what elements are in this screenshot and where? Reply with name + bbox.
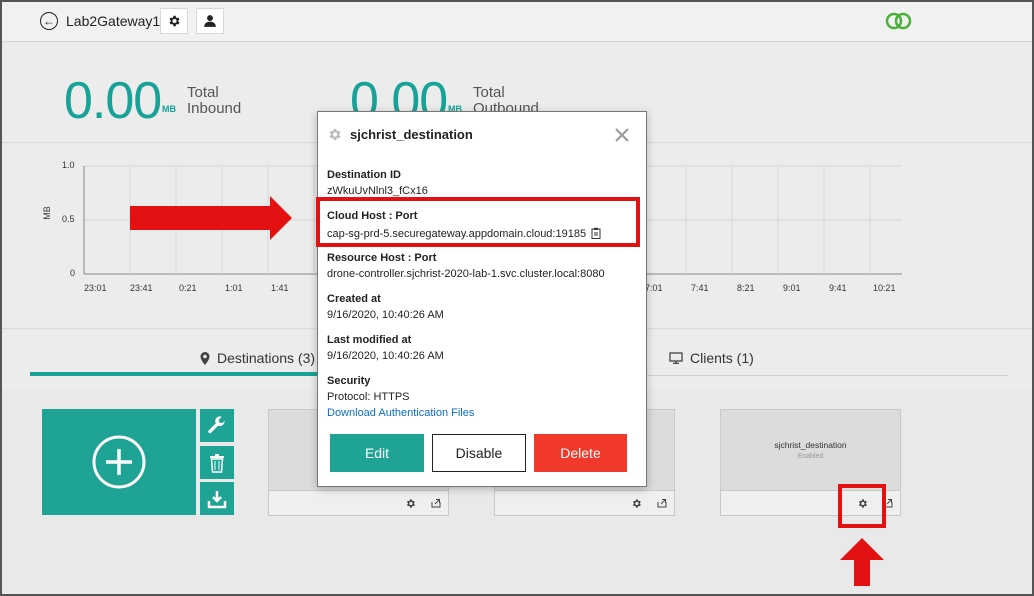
up-arrow-annotation bbox=[840, 538, 884, 586]
app-window: ← Lab2Gateway1 0.00 MB Total Inbound 0.0… bbox=[0, 0, 1034, 596]
annotation-arrows bbox=[130, 196, 884, 586]
right-arrow-annotation bbox=[130, 196, 292, 240]
